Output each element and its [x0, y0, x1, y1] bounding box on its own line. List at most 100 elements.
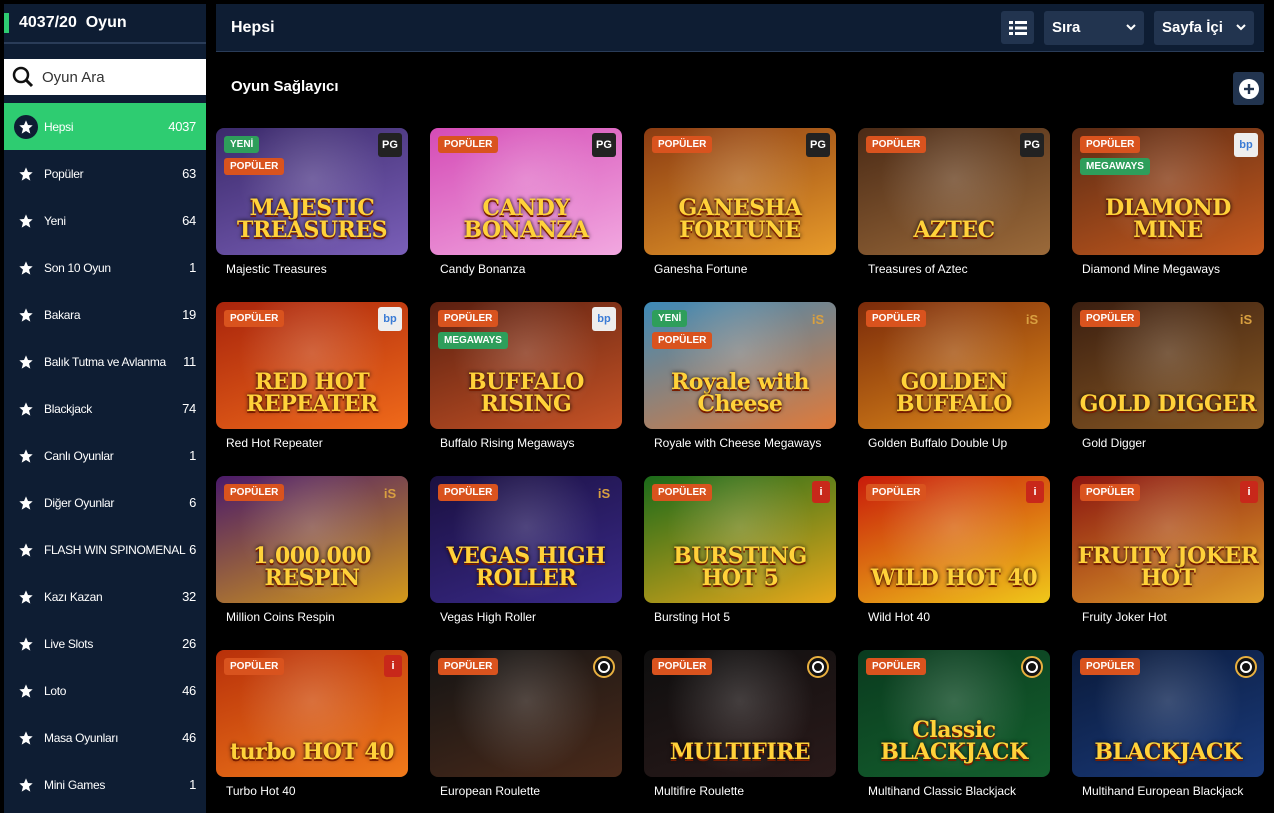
category-label: Live Slots: [44, 636, 94, 651]
game-name[interactable]: European Roulette: [440, 784, 540, 798]
game-name[interactable]: Ganesha Fortune: [654, 262, 747, 276]
sidebar-category-item[interactable]: Bakara 19: [4, 291, 206, 338]
provider-logo: iS: [811, 311, 825, 327]
game-card[interactable]: BURSTING HOT 5 POPÜLER i: [644, 476, 836, 603]
list-view-button[interactable]: [1001, 11, 1034, 44]
game-card[interactable]: WILD HOT 40 POPÜLER i: [858, 476, 1050, 603]
game-card[interactable]: DIAMOND MINE POPÜLER MEGAWAYS bp: [1072, 128, 1264, 255]
game-card[interactable]: POPÜLER: [430, 650, 622, 777]
game-card[interactable]: turbo HOT 40 POPÜLER i: [216, 650, 408, 777]
category-count: 63: [182, 166, 196, 181]
provider-logo: PG: [592, 133, 616, 157]
sidebar-category-item[interactable]: Hepsi 4037: [4, 103, 206, 150]
badge-pop: POPÜLER: [652, 658, 713, 675]
search-box[interactable]: [4, 59, 206, 95]
game-name[interactable]: Vegas High Roller: [440, 610, 536, 624]
sidebar-category-item[interactable]: Yeni 64: [4, 197, 206, 244]
game-name[interactable]: Treasures of Aztec: [868, 262, 968, 276]
game-name[interactable]: Bursting Hot 5: [654, 610, 730, 624]
category-count: 26: [182, 636, 196, 651]
game-name[interactable]: Red Hot Repeater: [226, 436, 323, 450]
category-count: 4037: [168, 119, 196, 134]
game-card[interactable]: Royale with Cheese YENİ POPÜLER iS: [644, 302, 836, 429]
game-name[interactable]: Multifire Roulette: [654, 784, 744, 798]
game-name[interactable]: Diamond Mine Megaways: [1082, 262, 1220, 276]
game-card[interactable]: GANESHA FORTUNE POPÜLER PG: [644, 128, 836, 255]
sidebar-category-item[interactable]: Blackjack 74: [4, 385, 206, 432]
game-name[interactable]: Majestic Treasures: [226, 262, 327, 276]
sidebar-category-item[interactable]: Loto 46: [4, 667, 206, 714]
game-card[interactable]: GOLDEN BUFFALO POPÜLER iS: [858, 302, 1050, 429]
game-card[interactable]: CANDY BONANZA POPÜLER PG: [430, 128, 622, 255]
sidebar-category-item[interactable]: Son 10 Oyun 1: [4, 244, 206, 291]
badge-pop: POPÜLER: [866, 484, 927, 501]
game-name[interactable]: Multihand Classic Blackjack: [868, 784, 1016, 798]
provider-logo: iS: [597, 485, 611, 501]
game-card[interactable]: MAJESTIC TREASURES YENİ POPÜLER PG: [216, 128, 408, 255]
game-card[interactable]: RED HOT REPEATER POPÜLER bp: [216, 302, 408, 429]
badge-mega: MEGAWAYS: [438, 332, 508, 349]
category-label: FLASH WIN SPINOMENAL: [44, 542, 186, 557]
category-label: Loto: [44, 683, 67, 698]
sidebar-category-item[interactable]: Masa Oyunları 46: [4, 714, 206, 761]
game-name[interactable]: Turbo Hot 40: [226, 784, 296, 798]
star-icon: [18, 636, 34, 652]
game-card[interactable]: AZTEC POPÜLER PG: [858, 128, 1050, 255]
game-art-title: BURSTING HOT 5: [673, 543, 807, 591]
game-name[interactable]: Multihand European Blackjack: [1082, 784, 1243, 798]
game-art-title: DIAMOND MINE: [1105, 195, 1231, 243]
game-name[interactable]: Fruity Joker Hot: [1082, 610, 1167, 624]
sidebar-category-item[interactable]: Diğer Oyunlar 6: [4, 479, 206, 526]
game-card[interactable]: FRUITY JOKER HOT POPÜLER i: [1072, 476, 1264, 603]
category-label: Masa Oyunları: [44, 730, 119, 745]
game-art-title: GOLDEN BUFFALO: [896, 369, 1012, 417]
page-size-select-label: Sayfa İçi: [1162, 19, 1223, 36]
game-card[interactable]: BUFFALO RISING POPÜLER MEGAWAYS bp: [430, 302, 622, 429]
sidebar-category-item[interactable]: Balık Tutma ve Avlanma 11: [4, 338, 206, 385]
game-name[interactable]: Gold Digger: [1082, 436, 1146, 450]
page-size-select[interactable]: Sayfa İçi: [1154, 10, 1254, 45]
game-art-title: Royale with Cheese: [671, 369, 809, 417]
game-name[interactable]: Million Coins Respin: [226, 610, 335, 624]
game-card[interactable]: 1.000.000 RESPIN POPÜLER iS: [216, 476, 408, 603]
expand-providers-button[interactable]: [1233, 72, 1264, 105]
sidebar-category-item[interactable]: Popüler 63: [4, 150, 206, 197]
sort-select[interactable]: Sıra: [1044, 10, 1144, 45]
game-card[interactable]: MULTIFIRE POPÜLER: [644, 650, 836, 777]
game-art-title: BLACKJACK: [1094, 739, 1242, 765]
category-label: Diğer Oyunlar: [44, 495, 115, 510]
star-icon: [18, 542, 34, 558]
sidebar-category-item[interactable]: Live Slots 26: [4, 620, 206, 667]
sidebar-category-item[interactable]: Canlı Oyunlar 1: [4, 432, 206, 479]
provider-logo: PG: [806, 133, 830, 157]
game-name[interactable]: Wild Hot 40: [868, 610, 930, 624]
provider-logo: bp: [592, 307, 616, 331]
game-card[interactable]: VEGAS HIGH ROLLER POPÜLER iS: [430, 476, 622, 603]
game-card[interactable]: GOLD DIGGER POPÜLER iS: [1072, 302, 1264, 429]
game-card[interactable]: Classic BLACKJACK POPÜLER: [858, 650, 1050, 777]
sort-select-label: Sıra: [1052, 19, 1081, 36]
sidebar: 4037/20 Oyun Hepsi 4037 Popüler 63 Yeni 64 Son…: [4, 4, 206, 813]
search-input[interactable]: [42, 68, 192, 86]
game-name[interactable]: Royale with Cheese Megaways: [654, 436, 821, 450]
sidebar-category-item[interactable]: Kazı Kazan 32: [4, 573, 206, 620]
badge-pop: POPÜLER: [1080, 310, 1141, 327]
sidebar-category-item[interactable]: FLASH WIN SPINOMENAL 6: [4, 526, 206, 573]
star-icon: [18, 166, 34, 182]
provider-logo: i: [384, 655, 402, 677]
category-label: Son 10 Oyun: [44, 260, 111, 275]
provider-logo-icon: [592, 655, 616, 679]
category-list: Hepsi 4037 Popüler 63 Yeni 64 Son 10 Oyun 1 Baka…: [4, 103, 206, 808]
game-art-title: 1.000.000 RESPIN: [253, 543, 371, 591]
category-label: Bakara: [44, 307, 81, 322]
badge-pop: POPÜLER: [224, 484, 285, 501]
badge-pop: POPÜLER: [1080, 658, 1141, 675]
search-icon: [12, 66, 34, 88]
game-name[interactable]: Golden Buffalo Double Up: [868, 436, 1007, 450]
game-name[interactable]: Candy Bonanza: [440, 262, 525, 276]
category-count: 11: [183, 354, 196, 369]
game-card[interactable]: BLACKJACK POPÜLER: [1072, 650, 1264, 777]
game-name[interactable]: Buffalo Rising Megaways: [440, 436, 575, 450]
category-count: 74: [182, 401, 196, 416]
sidebar-category-item[interactable]: Mini Games 1: [4, 761, 206, 808]
